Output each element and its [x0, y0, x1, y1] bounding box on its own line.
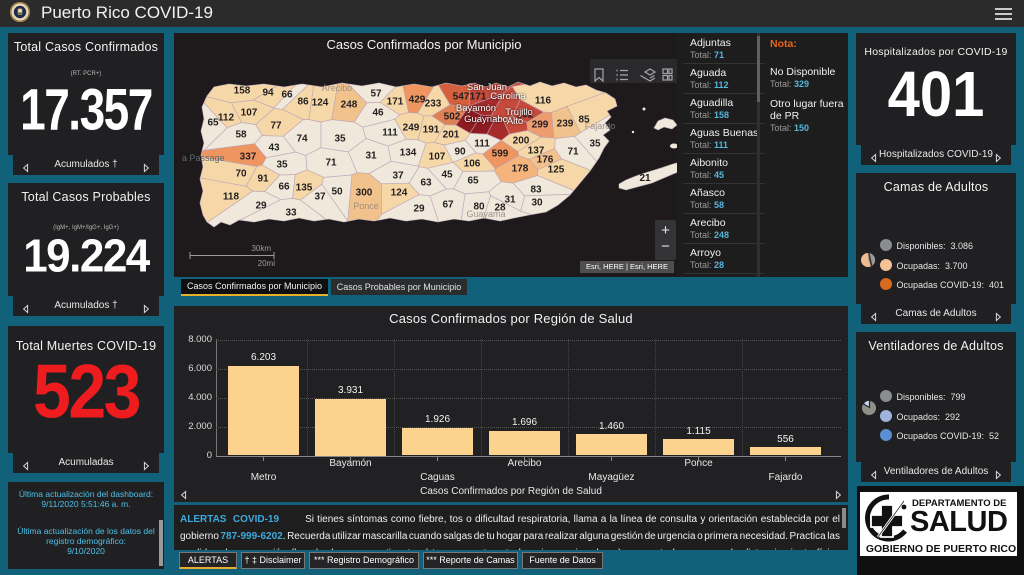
svg-text:112: 112: [218, 113, 235, 124]
svg-text:171: 171: [470, 92, 487, 103]
svg-text:158: 158: [234, 86, 251, 97]
svg-text:86: 86: [297, 97, 309, 108]
svg-text:134: 134: [400, 148, 417, 159]
svg-text:77: 77: [270, 121, 282, 132]
svg-text:30: 30: [531, 198, 543, 209]
svg-text:337: 337: [240, 152, 257, 163]
svg-text:83: 83: [530, 185, 542, 196]
svg-text:Carolina: Carolina: [490, 91, 526, 102]
svg-text:50: 50: [331, 187, 343, 198]
svg-text:45: 45: [441, 170, 453, 181]
svg-text:67: 67: [442, 200, 454, 211]
svg-text:57: 57: [370, 89, 382, 100]
svg-text:106: 106: [464, 159, 481, 170]
svg-text:239: 239: [557, 119, 574, 130]
svg-text:107: 107: [241, 108, 258, 119]
svg-text:70: 70: [235, 169, 247, 180]
svg-text:90: 90: [454, 147, 466, 158]
svg-text:33: 33: [285, 208, 297, 219]
svg-text:74: 74: [296, 134, 308, 145]
svg-text:118: 118: [223, 192, 240, 203]
svg-text:63: 63: [420, 178, 432, 189]
svg-text:201: 201: [443, 130, 460, 141]
svg-text:124: 124: [391, 188, 408, 199]
svg-text:21: 21: [639, 173, 651, 184]
svg-text:178: 178: [512, 164, 529, 175]
svg-text:Ponce: Ponce: [353, 201, 379, 211]
svg-text:29: 29: [255, 201, 267, 212]
svg-text:111: 111: [474, 139, 490, 150]
svg-text:65: 65: [467, 176, 479, 187]
svg-text:124: 124: [312, 98, 329, 109]
svg-text:107: 107: [429, 152, 446, 163]
svg-text:547: 547: [453, 92, 470, 103]
svg-text:66: 66: [281, 90, 293, 101]
svg-text:31: 31: [504, 195, 516, 206]
svg-text:300: 300: [356, 188, 373, 199]
svg-text:66: 66: [278, 182, 290, 193]
svg-text:37: 37: [314, 192, 326, 203]
svg-text:a Passage: a Passage: [182, 153, 225, 163]
svg-text:Alto: Alto: [507, 116, 523, 127]
svg-text:94: 94: [262, 88, 274, 99]
svg-text:135: 135: [296, 183, 313, 194]
svg-text:43: 43: [268, 143, 280, 154]
svg-text:Fajardo: Fajardo: [585, 121, 616, 131]
svg-text:35: 35: [276, 160, 288, 171]
svg-text:248: 248: [341, 100, 358, 111]
svg-text:71: 71: [567, 147, 579, 158]
svg-text:Arecibo: Arecibo: [322, 83, 353, 93]
svg-text:91: 91: [257, 174, 269, 185]
svg-text:29: 29: [413, 204, 425, 215]
svg-text:71: 71: [325, 158, 337, 169]
svg-text:Bayamón: Bayamón: [456, 103, 496, 114]
svg-text:191: 191: [423, 125, 440, 136]
svg-text:233: 233: [425, 99, 442, 110]
svg-text:35: 35: [334, 134, 346, 145]
svg-text:Guayama: Guayama: [466, 209, 505, 219]
svg-text:35: 35: [589, 139, 601, 150]
svg-text:116: 116: [535, 96, 552, 107]
svg-text:46: 46: [372, 108, 384, 119]
svg-text:299: 299: [532, 120, 549, 131]
svg-text:429: 429: [409, 95, 426, 106]
svg-text:599: 599: [492, 149, 509, 160]
svg-text:58: 58: [235, 130, 247, 141]
svg-text:37: 37: [392, 171, 404, 182]
svg-text:171: 171: [387, 97, 404, 108]
svg-text:31: 31: [365, 151, 377, 162]
svg-text:249: 249: [403, 123, 420, 134]
svg-text:111: 111: [382, 128, 398, 139]
svg-text:Guaynabo: Guaynabo: [464, 114, 508, 125]
svg-text:125: 125: [548, 165, 565, 176]
